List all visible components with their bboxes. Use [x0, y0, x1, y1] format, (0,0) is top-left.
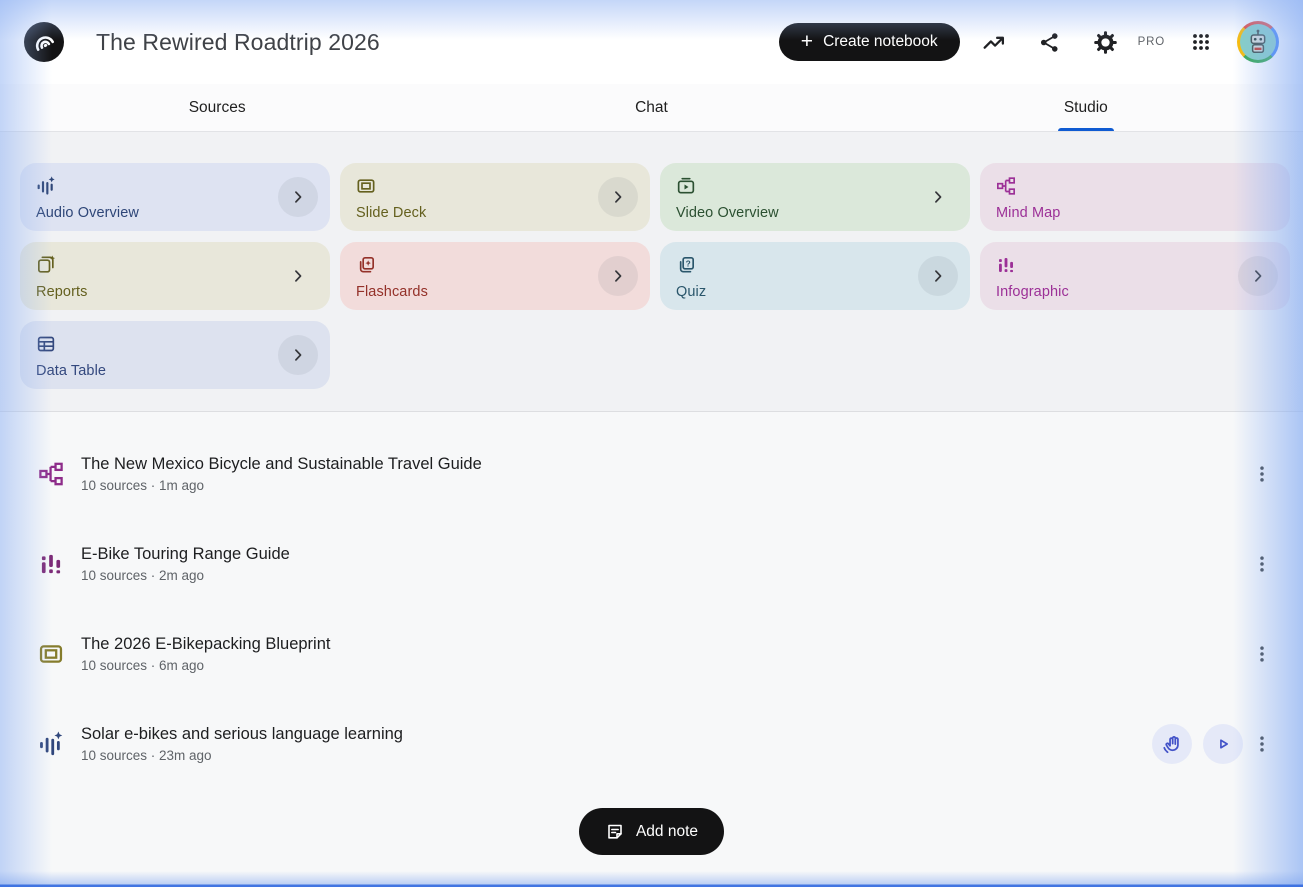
tool-card-reports[interactable]: Reports [20, 242, 330, 310]
tool-card-flashcards[interactable]: Flashcards [340, 242, 650, 310]
more-options-kebab-icon[interactable] [1247, 454, 1277, 494]
settings-gear-icon[interactable] [1084, 20, 1128, 64]
flashcards-star-icon [356, 255, 634, 275]
tab-studio[interactable]: Studio [869, 84, 1303, 131]
artifact-meta: 10 sources · 23m ago [81, 748, 212, 763]
topbar-actions: + Create notebook PRO [778, 20, 1279, 64]
add-note-button[interactable]: Add note [578, 808, 725, 855]
apps-grid-icon[interactable] [1179, 20, 1223, 64]
tool-card-data-table[interactable]: Data Table [20, 321, 330, 389]
tool-card-slide-deck[interactable]: Slide Deck [340, 163, 650, 231]
tool-label: Video Overview [676, 205, 779, 221]
mind-map-icon [996, 176, 1274, 196]
chevron-right-icon[interactable] [918, 177, 958, 217]
note-icon [608, 824, 622, 839]
chevron-right-icon[interactable] [1238, 256, 1278, 296]
more-options-kebab-icon[interactable] [1247, 724, 1277, 764]
create-notebook-button[interactable]: + Create notebook [778, 23, 960, 61]
artifact-row-mind-map[interactable]: The New Mexico Bicycle and Sustainable T… [38, 448, 1277, 500]
studio-tools-panel: Audio Overview Slide Deck Video Overview… [0, 132, 1303, 411]
tool-card-infographic[interactable]: Infographic [980, 242, 1290, 310]
artifact-meta: 10 sources · 6m ago [81, 658, 205, 673]
create-notebook-label: Create notebook [823, 33, 938, 50]
interactive-mode-hand-icon[interactable] [1152, 724, 1192, 764]
slide-frame-icon [38, 641, 64, 667]
chevron-right-icon[interactable] [278, 335, 318, 375]
chevron-right-icon[interactable] [918, 256, 958, 296]
tool-label: Infographic [996, 284, 1069, 300]
chevron-right-icon[interactable] [278, 177, 318, 217]
tool-label: Mind Map [996, 205, 1061, 221]
tool-label: Slide Deck [356, 205, 427, 221]
slide-frame-icon [356, 176, 634, 196]
audio-waveform-sparkle-icon [38, 731, 64, 757]
report-sparkle-icon [36, 255, 314, 275]
top-bar: The Rewired Roadtrip 2026 + Create noteb… [0, 0, 1303, 84]
video-play-icon [676, 176, 954, 196]
plus-icon: + [800, 29, 814, 53]
chevron-right-icon[interactable] [598, 256, 638, 296]
robot-avatar-image [1240, 24, 1276, 60]
add-note-label: Add note [635, 822, 699, 840]
share-icon[interactable] [1028, 20, 1072, 64]
tool-label: Audio Overview [36, 205, 139, 221]
artifact-title: Solar e-bikes and serious language learn… [81, 725, 403, 743]
audio-actions [1152, 724, 1243, 764]
tool-card-audio-overview[interactable]: Audio Overview [20, 163, 330, 231]
artifact-title: E-Bike Touring Range Guide [81, 545, 290, 563]
active-tab-underline [1057, 128, 1114, 131]
mind-map-icon [38, 461, 64, 487]
studio-tools-grid: Audio Overview Slide Deck Video Overview… [20, 163, 1290, 389]
artifact-meta: 10 sources · 1m ago [81, 478, 205, 493]
artifact-row-audio-overview[interactable]: Solar e-bikes and serious language learn… [38, 718, 1277, 770]
tool-card-quiz[interactable]: ? Quiz [660, 242, 970, 310]
tab-chat[interactable]: Chat [434, 84, 868, 131]
notebook-title[interactable]: The Rewired Roadtrip 2026 [96, 29, 380, 56]
tool-card-mind-map[interactable]: Mind Map [980, 163, 1290, 231]
artifact-row-infographic[interactable]: E-Bike Touring Range Guide 10 sources · … [38, 538, 1277, 590]
pro-badge: PRO [1137, 36, 1165, 48]
analytics-trending-icon[interactable] [972, 20, 1016, 64]
data-table-icon [36, 334, 314, 354]
artifact-title: The 2026 E-Bikepacking Blueprint [81, 635, 331, 653]
tool-label: Data Table [36, 363, 107, 379]
panel-tabs: Sources Chat Studio [0, 84, 1303, 132]
bar-chart-icon [38, 551, 64, 577]
artifact-title: The New Mexico Bicycle and Sustainable T… [81, 455, 482, 473]
studio-output-list: The New Mexico Bicycle and Sustainable T… [0, 412, 1303, 855]
play-icon[interactable] [1203, 724, 1243, 764]
svg-text:?: ? [686, 258, 691, 268]
tool-label: Reports [36, 284, 88, 300]
account-avatar[interactable] [1237, 21, 1279, 63]
quiz-cards-icon: ? [676, 255, 954, 275]
artifact-row-slide-deck[interactable]: The 2026 E-Bikepacking Blueprint 10 sour… [38, 628, 1277, 680]
tool-card-video-overview[interactable]: Video Overview [660, 163, 970, 231]
more-options-kebab-icon[interactable] [1247, 634, 1277, 674]
chevron-right-icon[interactable] [278, 256, 318, 296]
bar-chart-icon [996, 255, 1274, 275]
tool-label: Flashcards [356, 284, 428, 300]
audio-waveform-sparkle-icon [36, 176, 314, 196]
tab-sources[interactable]: Sources [0, 84, 434, 131]
chevron-right-icon[interactable] [598, 177, 638, 217]
more-options-kebab-icon[interactable] [1247, 544, 1277, 584]
artifact-meta: 10 sources · 2m ago [81, 568, 205, 583]
notebooklm-logo-icon[interactable] [24, 22, 64, 62]
tool-label: Quiz [676, 284, 707, 300]
